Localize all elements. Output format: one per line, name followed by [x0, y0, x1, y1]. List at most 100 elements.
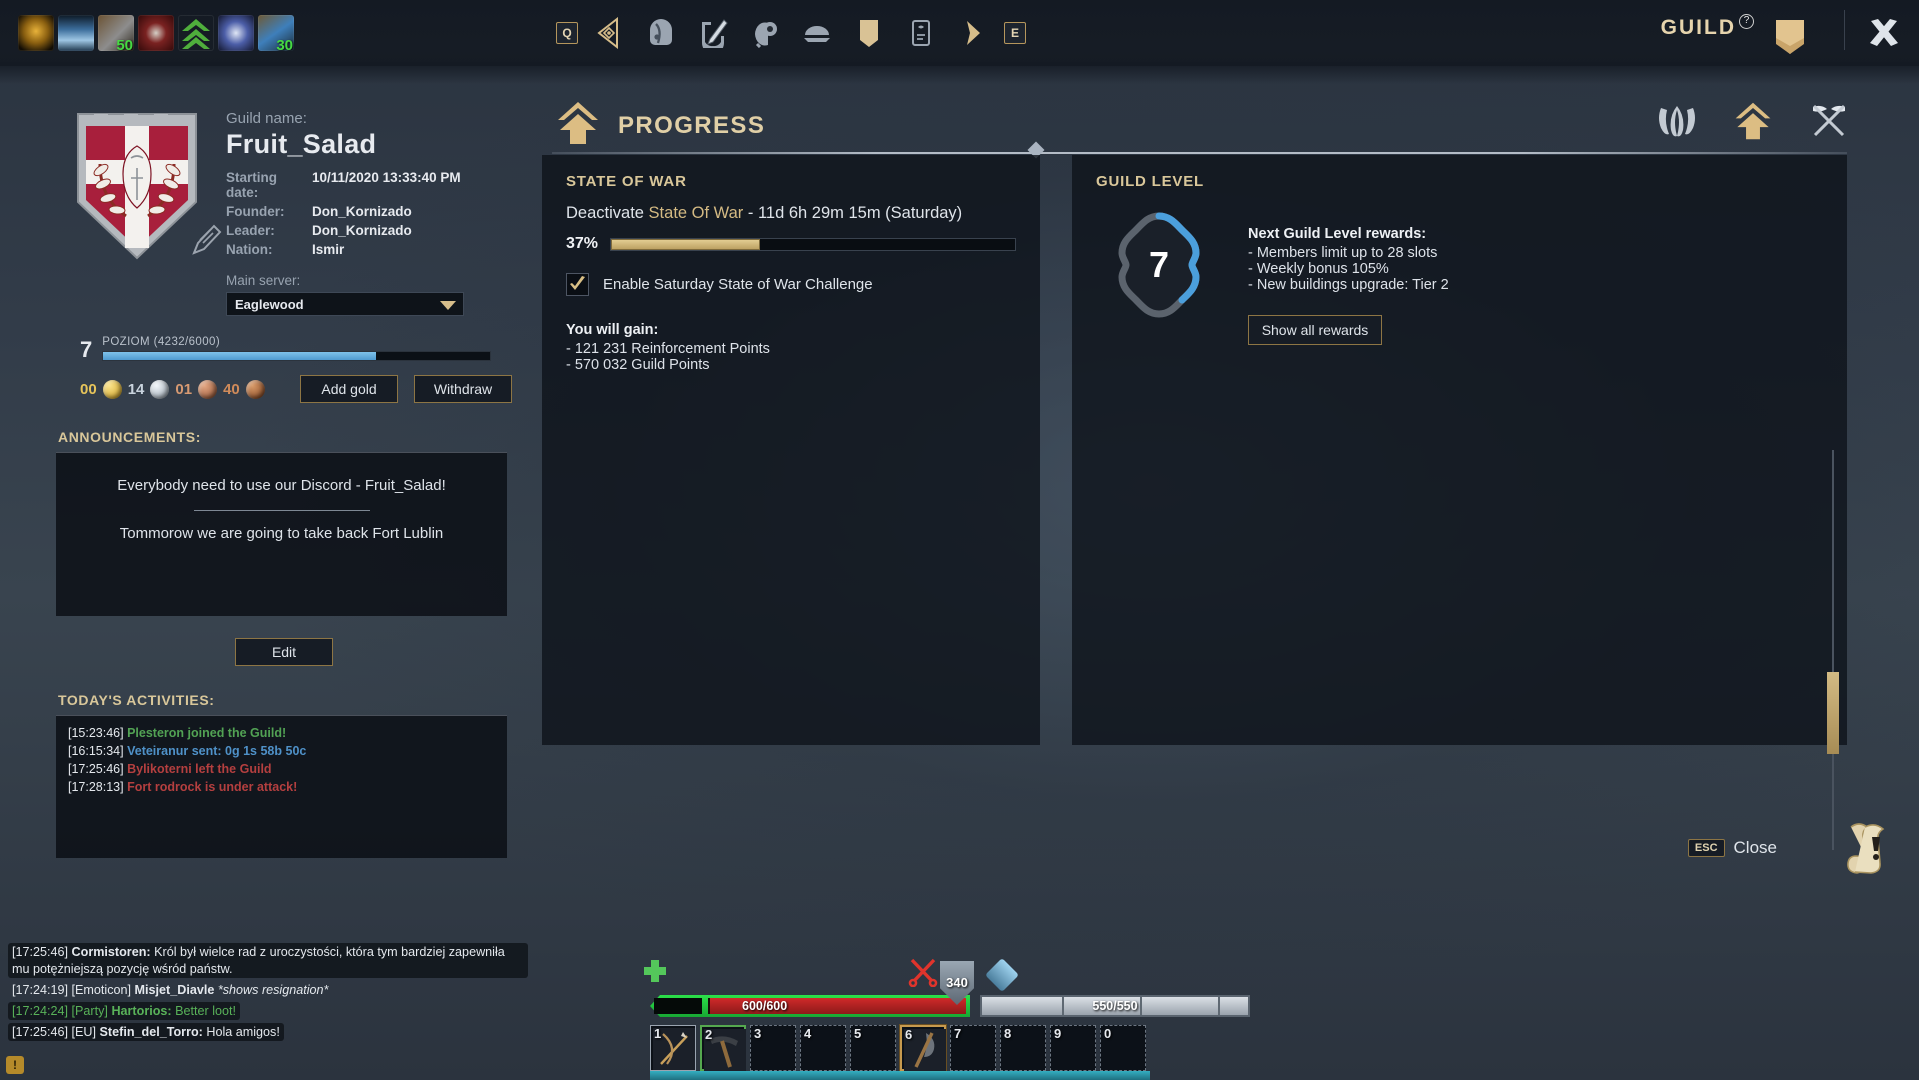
slot-key: 2: [705, 1027, 713, 1042]
activity-text: Plesteron joined the Guild!: [127, 726, 287, 740]
chat-text: *shows resignation*: [217, 982, 329, 997]
quick-slot-key[interactable]: Q: [556, 22, 578, 44]
chat-log[interactable]: [17:25:46] Cormistoren: Król był wielce …: [8, 943, 528, 1044]
action-slot-1[interactable]: 1: [650, 1025, 696, 1071]
chat-message: [17:25:46] [EU] Stefin_del_Torro: Hola a…: [8, 1022, 284, 1041]
gain-title: You will gain:: [566, 322, 659, 338]
buff-icon-dove[interactable]: [218, 15, 254, 51]
action-slot-0[interactable]: 0: [1100, 1025, 1146, 1071]
slot-key: 0: [1104, 1026, 1112, 1041]
field-value: Don_Kornizado: [312, 223, 412, 238]
state-of-war-status: Deactivate State Of War - 11d 6h 29m 15m…: [566, 204, 1016, 223]
chat-message: [17:25:46] Cormistoren: Król był wielce …: [8, 943, 528, 978]
action-slot-3[interactable]: 3: [750, 1025, 796, 1071]
map-book-icon[interactable]: [900, 12, 942, 54]
pen-icon[interactable]: [952, 12, 994, 54]
backpack-icon[interactable]: [640, 12, 682, 54]
activity-row: [15:23:46] Plesteron joined the Guild!: [68, 726, 495, 740]
chat-settings-icon[interactable]: !: [6, 1056, 24, 1074]
slot-key: 3: [754, 1026, 762, 1041]
progress-bar-fill: [611, 238, 761, 250]
state-of-war-title: STATE OF WAR: [566, 173, 687, 190]
guild-level-number: 7: [80, 337, 93, 362]
scroll-notice-icon[interactable]: [1839, 819, 1897, 880]
state-of-war-card: STATE OF WAR Deactivate State Of War - 1…: [542, 155, 1040, 745]
reward-item: - Weekly bonus 105%: [1248, 261, 1389, 277]
help-icon[interactable]: ?: [1739, 14, 1754, 29]
chat-sender: Misjet_Diavle: [134, 982, 215, 997]
emote-key[interactable]: E: [1004, 22, 1026, 44]
action-slot-7[interactable]: 7: [950, 1025, 996, 1071]
edit-announcements-button[interactable]: Edit: [235, 638, 333, 666]
guild-shield-icon: [1773, 16, 1807, 63]
action-slot-4[interactable]: 4: [800, 1025, 846, 1071]
guild-screen: 50 30 Q E GUILD ? Guild name: Fruit_Sala…: [0, 0, 1919, 1080]
action-slot-9[interactable]: 9: [1050, 1025, 1096, 1071]
chat-sender: Stefin_del_Torro:: [99, 1024, 203, 1039]
guild-xp-fill: [103, 352, 377, 360]
chat-time: [17:25:46]: [12, 1024, 69, 1039]
skills-icon[interactable]: [744, 12, 786, 54]
content-divider: [552, 152, 1847, 154]
next-level-rewards: Next Guild Level rewards: - Members limi…: [1248, 204, 1449, 345]
guild-level-bar-row: 7 POZIOM (4232/6000): [80, 336, 512, 361]
action-slot-8[interactable]: 8: [1000, 1025, 1046, 1071]
crafting-icon[interactable]: [796, 12, 838, 54]
slot-key: 5: [854, 1026, 862, 1041]
activities-title: TODAY'S ACTIVITIES:: [58, 692, 215, 708]
saturday-challenge-label: Enable Saturday State of War Challenge: [603, 276, 873, 293]
announcement-line-1: Everybody need to use our Discord - Frui…: [117, 477, 446, 494]
add-gold-button[interactable]: Add gold: [300, 375, 398, 403]
announcement-line-2: Tommorow we are going to take back Fort …: [119, 525, 444, 542]
tab-progress[interactable]: [1727, 100, 1779, 142]
buff-icon-blood-horn[interactable]: [138, 15, 174, 51]
field-key: Starting date:: [226, 170, 278, 200]
check-icon: [570, 276, 585, 290]
scrollbar-thumb[interactable]: [1827, 672, 1839, 754]
scrollbar-track[interactable]: [1832, 450, 1834, 850]
buff-icon-golden-leaf[interactable]: [18, 15, 54, 51]
activities-box: [15:23:46] Plesteron joined the Guild! […: [56, 715, 507, 858]
action-slot-2[interactable]: 2: [700, 1025, 746, 1071]
guild-banner-icon[interactable]: [848, 12, 890, 54]
chat-time: [17:24:24]: [12, 1003, 69, 1018]
gold-coin-icon: [102, 379, 122, 399]
tab-wars[interactable]: [1803, 100, 1855, 142]
slot-key: 1: [654, 1026, 662, 1041]
saturday-challenge-row[interactable]: Enable Saturday State of War Challenge: [566, 273, 1016, 296]
tab-members[interactable]: [1651, 100, 1703, 142]
saturday-challenge-checkbox[interactable]: [566, 273, 589, 296]
field-key: Founder:: [226, 204, 285, 219]
stamina-value: 550/550: [1092, 999, 1138, 1013]
activity-text: Fort rodrock is under attack!: [127, 780, 298, 794]
level-caption: POZIOM (4232/6000): [102, 336, 512, 348]
buff-icon-weapon-mastery[interactable]: 50: [98, 15, 134, 51]
rewards-title: Next Guild Level rewards:: [1248, 226, 1427, 242]
main-server-select[interactable]: Eaglewood: [226, 292, 464, 316]
guild-crest[interactable]: [70, 106, 222, 266]
close-icon[interactable]: [1867, 16, 1901, 55]
buff-icon-serpent[interactable]: 30: [258, 15, 294, 51]
close-hint[interactable]: ESC Close: [1687, 838, 1777, 858]
buff-icon-frost-spirit[interactable]: [58, 15, 94, 51]
buff-icon-double-chevron[interactable]: [178, 15, 214, 51]
action-slot-6[interactable]: 6: [900, 1025, 946, 1071]
guild-title: GUILD: [1660, 16, 1736, 39]
chat-text: Hola amigos!: [206, 1024, 280, 1039]
slot-key: 9: [1054, 1026, 1062, 1041]
equipment-icon[interactable]: [692, 12, 734, 54]
buff-bar: 50 30: [18, 15, 294, 51]
field-key: Nation:: [226, 242, 273, 257]
reward-item: - New buildings upgrade: Tier 2: [1248, 277, 1449, 293]
crest-edit-icon[interactable]: [188, 223, 222, 262]
chat-sender: Cormistoren:: [71, 945, 151, 960]
progress-bar: [610, 237, 1016, 251]
withdraw-button[interactable]: Withdraw: [414, 375, 512, 403]
show-all-rewards-button[interactable]: Show all rewards: [1248, 315, 1382, 345]
guild-field-leader: Leader: Don_Kornizado: [226, 223, 464, 238]
guild-level-card: GUILD LEVEL 7 Next Guild Level rewards: …: [1072, 155, 1847, 745]
quest-marker-icon[interactable]: [588, 12, 630, 54]
action-slot-5[interactable]: 5: [850, 1025, 896, 1071]
chat-channel: [Party]: [71, 1003, 108, 1018]
level-caption-label: POZIOM: [102, 336, 151, 348]
